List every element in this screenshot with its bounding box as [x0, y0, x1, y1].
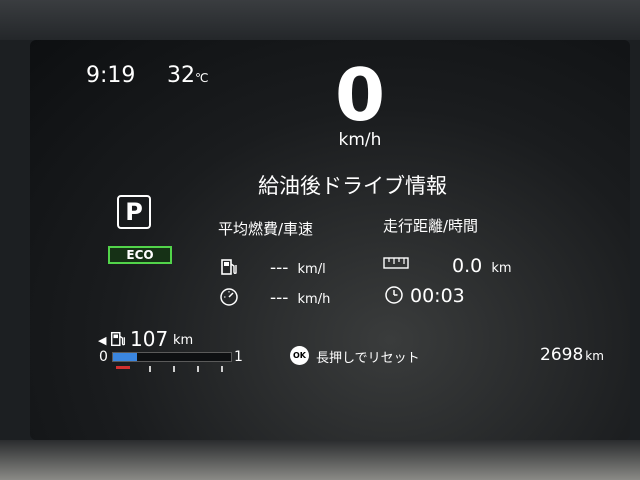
odometer: 2698 km: [540, 345, 604, 365]
fuel-gauge-max-label: 1: [234, 349, 243, 365]
fuel-gauge-tick: [173, 366, 175, 372]
eco-mode-badge: ECO: [108, 246, 172, 264]
clock-icon: [385, 286, 403, 304]
fuel-economy-unit: km/l: [297, 262, 326, 277]
temperature-value: 32: [167, 63, 195, 88]
avg-speed-value: ---: [270, 288, 289, 308]
fuel-gauge-tick: [197, 366, 199, 372]
speed-unit: km/h: [338, 130, 382, 150]
trip-time-value: 00:03: [410, 285, 465, 307]
odometer-value: 2698: [540, 345, 584, 365]
fuel-economy-reading: --- km/l: [270, 258, 326, 278]
arrow-left-icon: ◀: [98, 334, 107, 347]
trip-info-title: 給油後ドライブ情報: [258, 174, 447, 198]
fuel-gauge-tick: [149, 366, 151, 372]
speedometer-icon: [220, 288, 238, 306]
temperature-unit: ℃: [195, 71, 209, 85]
odometer-unit: km: [585, 349, 604, 363]
fuel-speed-header: 平均燃費/車速: [218, 220, 314, 238]
reset-hint-label: 長押しでリセット: [316, 351, 420, 366]
fuel-gauge-tick: [221, 366, 223, 372]
dashboard-bezel-top: [0, 0, 640, 40]
gear-position-indicator: P: [117, 195, 151, 229]
clock: 9:19: [86, 63, 136, 88]
distance-time-header: 走行距離/時間: [383, 217, 479, 235]
cruising-range-unit: km: [173, 333, 194, 348]
ruler-icon: [383, 257, 409, 269]
distance-unit: km: [491, 261, 512, 276]
dashboard-bezel-bottom: [0, 440, 640, 480]
avg-speed-reading: --- km/h: [270, 288, 330, 308]
avg-speed-unit: km/h: [297, 292, 331, 307]
distance-value: 0.0: [452, 255, 483, 277]
cruising-range-value: 107: [130, 327, 169, 351]
ok-button-icon: OK: [290, 346, 309, 365]
speed-value: 0: [334, 53, 386, 137]
fuel-pump-icon: [110, 331, 125, 347]
distance-reading: 0.0 km: [452, 255, 512, 277]
fuel-gauge-fill: [113, 353, 137, 361]
outside-temperature: 32℃: [167, 63, 208, 88]
fuel-economy-value: ---: [270, 258, 289, 278]
fuel-pump-icon: [221, 259, 237, 275]
fuel-gauge-min-label: 0: [99, 349, 108, 365]
low-fuel-marker: [116, 366, 130, 369]
